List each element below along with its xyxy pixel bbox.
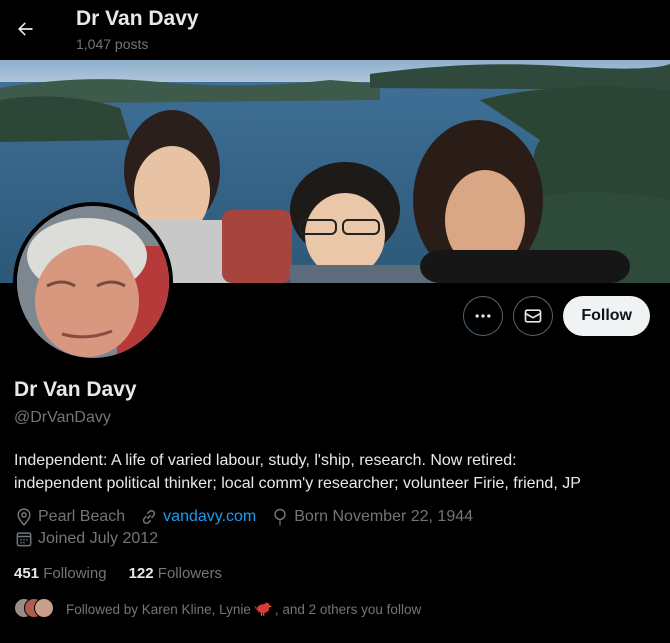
header-title: Dr Van Davy: [76, 7, 199, 30]
followed-by[interactable]: Followed by Karen Kline, Lynie , and 2 o…: [14, 598, 421, 620]
follower-avatar: [34, 598, 54, 618]
message-button[interactable]: [513, 296, 554, 336]
website-link[interactable]: vandavy.com: [163, 508, 256, 526]
back-button[interactable]: [8, 12, 42, 46]
more-button[interactable]: [463, 296, 504, 336]
birthday-text: Born November 22, 1944: [294, 508, 474, 525]
following-stat[interactable]: 451 Following: [14, 565, 107, 582]
joined-item: Joined July 2012: [14, 529, 158, 549]
profile-bio: Independent: A life of varied labour, st…: [14, 449, 654, 495]
profile-name: Dr Van Davy: [14, 378, 137, 401]
birthday-item: Born November 22, 1944: [270, 507, 473, 527]
bird-emoji-icon: [253, 600, 272, 619]
birthday-icon: [274, 508, 287, 526]
bio-line: Independent: A life of varied labour, st…: [14, 452, 517, 469]
more-icon: [475, 314, 491, 318]
profile-meta-joined: Joined July 2012: [14, 529, 172, 549]
followed-by-text: Followed by Karen Kline, Lynie: [66, 601, 251, 617]
calendar-icon: [16, 532, 32, 547]
website-item[interactable]: vandavy.com: [139, 507, 256, 527]
location-text: Pearl Beach: [38, 508, 126, 525]
followers-count: 122: [128, 565, 154, 582]
post-count: 1,047 posts: [76, 36, 149, 52]
link-icon: [142, 509, 156, 525]
follow-stats: 451 Following 122 Followers: [14, 565, 244, 582]
avatar-image: [17, 206, 169, 358]
following-count: 451: [14, 565, 40, 582]
following-label: Following: [43, 565, 107, 582]
back-arrow-icon: [18, 22, 33, 36]
location-item: Pearl Beach: [14, 507, 125, 527]
avatar[interactable]: [13, 202, 173, 362]
profile-meta: Pearl Beach vandavy.com Born November 22…: [14, 507, 487, 527]
followers-stat[interactable]: 122 Followers: [129, 565, 222, 582]
bio-line: independent political thinker; local com…: [14, 475, 581, 492]
top-bar: Dr Van Davy 1,047 posts: [0, 0, 670, 60]
message-icon: [525, 309, 542, 323]
joined-text: Joined July 2012: [38, 530, 159, 547]
profile-handle: @DrVanDavy: [14, 409, 111, 426]
follow-button[interactable]: Follow: [563, 296, 650, 336]
profile-actions: Follow: [463, 296, 650, 336]
followers-label: Followers: [157, 565, 222, 582]
followed-by-suffix: , and 2 others you follow: [274, 601, 422, 617]
location-icon: [17, 508, 31, 526]
follower-avatars: [14, 598, 54, 620]
